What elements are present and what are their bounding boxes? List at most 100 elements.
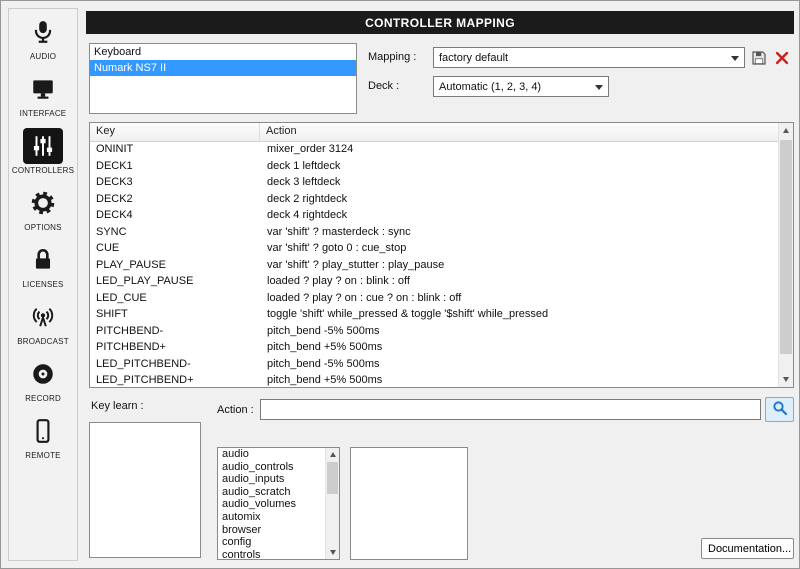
mixer-sliders-icon bbox=[23, 128, 63, 164]
table-row[interactable]: DECK3 deck 3 leftdeck bbox=[90, 174, 778, 191]
action-category-item[interactable]: audio_scratch bbox=[218, 486, 325, 499]
table-scrollbar[interactable] bbox=[778, 123, 793, 387]
sidebar-item-broadcast[interactable]: BROADCAST bbox=[9, 299, 77, 356]
key-learn-listbox[interactable] bbox=[89, 422, 201, 558]
cell-key: LED_PLAY_PAUSE bbox=[96, 275, 194, 287]
table-row[interactable]: LED_PLAY_PAUSE loaded ? play ? on : blink… bbox=[90, 273, 778, 290]
floppy-save-icon bbox=[749, 49, 769, 67]
table-row[interactable]: DECK1 deck 1 leftdeck bbox=[90, 158, 778, 175]
cell-key: PITCHBEND- bbox=[96, 324, 164, 337]
chevron-down-icon bbox=[595, 85, 603, 90]
action-category-item[interactable]: config bbox=[218, 536, 325, 549]
table-row[interactable]: LED_PITCHBEND-pitch_bend -5% 500ms bbox=[90, 356, 778, 373]
documentation-button[interactable]: Documentation... bbox=[701, 538, 794, 559]
chevron-down-icon bbox=[731, 56, 739, 61]
action-category-item[interactable]: controls bbox=[218, 549, 325, 559]
cell-action: pitch_bend -5% 500ms bbox=[267, 357, 380, 370]
table-row[interactable]: LED_CUE loaded ? play ? on : cue ? on : b… bbox=[90, 290, 778, 307]
table-row[interactable]: SYNC var 'shift' ? masterdeck : sync bbox=[90, 224, 778, 241]
cell-key: CUE bbox=[96, 242, 120, 254]
save-mapping-button[interactable] bbox=[749, 48, 769, 68]
action-category-item[interactable]: audio_inputs bbox=[218, 473, 325, 486]
action-category-item[interactable]: audio_volumes bbox=[218, 498, 325, 511]
sidebar-item-licenses[interactable]: LICENSES bbox=[9, 242, 77, 299]
scroll-up-icon[interactable] bbox=[779, 123, 793, 138]
cell-action: deck 4 rightdeck bbox=[267, 209, 348, 221]
sidebar: AUDIO INTERFACE CONTROLLERS OPTIONS LICENSES… bbox=[8, 8, 78, 561]
sidebar-item-options[interactable]: OPTIONS bbox=[9, 185, 77, 242]
action-category-item[interactable]: browser bbox=[218, 524, 325, 537]
deck-combobox-value: Automatic (1, 2, 3, 4) bbox=[439, 80, 542, 93]
cell-action: pitch_bend +5% 500ms bbox=[267, 341, 383, 353]
table-row[interactable]: SHIFT toggle 'shift' while_pressed & togg… bbox=[90, 306, 778, 323]
cell-action: pitch_bend +5% 500ms bbox=[267, 374, 383, 386]
cell-key: SHIFT bbox=[96, 308, 128, 320]
cell-key: LED_PITCHBEND+ bbox=[96, 374, 194, 386]
delete-mapping-button[interactable] bbox=[772, 48, 792, 68]
broadcast-icon bbox=[23, 299, 63, 335]
cell-key: SYNC bbox=[96, 225, 127, 238]
action-category-item[interactable]: automix bbox=[218, 511, 325, 524]
controller-mapping-window: AUDIO INTERFACE CONTROLLERS OPTIONS LICENSES… bbox=[0, 0, 800, 569]
table-row[interactable]: ONINIT mixer_order 3124 bbox=[90, 141, 778, 158]
cell-key: DECK1 bbox=[96, 159, 133, 172]
sidebar-item-interface[interactable]: INTERFACE bbox=[9, 71, 77, 128]
table-row[interactable]: CUE var 'shift' ? goto 0 : cue_stop bbox=[90, 240, 778, 257]
record-icon bbox=[23, 356, 63, 392]
deck-combobox[interactable]: Automatic (1, 2, 3, 4) bbox=[433, 76, 609, 97]
scroll-down-icon[interactable] bbox=[326, 546, 339, 559]
table-row[interactable]: PITCHBEND-pitch_bend -5% 500ms bbox=[90, 323, 778, 340]
mapping-combobox-value: factory default bbox=[439, 51, 509, 64]
sidebar-item-label: REMOTE bbox=[25, 451, 61, 460]
cell-action: mixer_order 3124 bbox=[267, 143, 354, 155]
action-category-item[interactable]: audio_controls bbox=[218, 461, 325, 474]
cell-key: PLAY_PAUSE bbox=[96, 258, 166, 271]
sidebar-item-label: OPTIONS bbox=[24, 223, 62, 232]
table-row[interactable]: DECK4 deck 4 rightdeck bbox=[90, 207, 778, 224]
cell-key: LED_PITCHBEND- bbox=[96, 357, 191, 370]
device-list[interactable]: Keyboard Numark NS7 II bbox=[89, 43, 357, 114]
mapping-combobox[interactable]: factory default bbox=[433, 47, 745, 68]
sidebar-item-controllers[interactable]: CONTROLLERS bbox=[9, 128, 77, 185]
action-input[interactable] bbox=[260, 399, 761, 420]
action-category-item[interactable]: audio bbox=[218, 448, 325, 461]
cell-action: toggle 'shift' while_pressed & toggle '$… bbox=[267, 308, 549, 320]
sidebar-item-remote[interactable]: REMOTE bbox=[9, 413, 77, 470]
device-item[interactable]: Keyboard bbox=[90, 44, 356, 60]
gear-icon bbox=[23, 185, 63, 221]
scroll-up-icon[interactable] bbox=[326, 448, 339, 461]
key-action-table: Key Action ONINIT mixer_order 3124 DECK1 de… bbox=[89, 122, 794, 388]
action-category-list[interactable]: audio audio_controls audio_inputs audio_scr… bbox=[217, 447, 340, 560]
table-body: ONINIT mixer_order 3124 DECK1 deck 1 leftde… bbox=[90, 141, 778, 387]
cell-action: deck 1 leftdeck bbox=[267, 159, 341, 172]
cell-action: deck 3 leftdeck bbox=[267, 176, 341, 188]
sidebar-item-label: CONTROLLERS bbox=[11, 166, 75, 175]
sidebar-item-record[interactable]: RECORD bbox=[9, 356, 77, 413]
category-scrollbar[interactable] bbox=[325, 448, 339, 559]
scrollbar-thumb[interactable] bbox=[327, 462, 338, 494]
column-header-key[interactable]: Key bbox=[90, 123, 260, 141]
cell-action: pitch_bend -5% 500ms bbox=[267, 324, 380, 337]
red-x-delete-icon bbox=[772, 49, 792, 67]
lock-icon bbox=[23, 242, 63, 278]
search-action-button[interactable] bbox=[765, 397, 794, 422]
scrollbar-thumb[interactable] bbox=[780, 140, 792, 354]
table-row[interactable]: LED_PITCHBEND+ pitch_bend +5% 500ms bbox=[90, 372, 778, 387]
cell-action: var 'shift' ? play_stutter : play_pause bbox=[267, 258, 445, 271]
action-sub-list[interactable] bbox=[350, 447, 468, 560]
scroll-down-icon[interactable] bbox=[779, 372, 793, 387]
monitor-icon bbox=[23, 71, 63, 107]
cell-action: loaded ? play ? on : cue ? on : blink : … bbox=[267, 291, 462, 304]
cell-key: PITCHBEND+ bbox=[96, 341, 166, 353]
action-label: Action : bbox=[217, 404, 254, 416]
cell-key: ONINIT bbox=[96, 143, 134, 155]
cell-action: loaded ? play ? on : blink : off bbox=[267, 275, 410, 287]
table-row[interactable]: DECK2 deck 2 rightdeck bbox=[90, 191, 778, 208]
page-title: CONTROLLER MAPPING bbox=[86, 11, 794, 34]
table-row[interactable]: PITCHBEND+ pitch_bend +5% 500ms bbox=[90, 339, 778, 356]
sidebar-item-audio[interactable]: AUDIO bbox=[9, 14, 77, 71]
device-item[interactable]: Numark NS7 II bbox=[90, 60, 356, 76]
table-row[interactable]: PLAY_PAUSE var 'shift' ? play_stutter : p… bbox=[90, 257, 778, 274]
mapping-label: Mapping : bbox=[368, 51, 417, 63]
column-header-action[interactable]: Action bbox=[260, 123, 303, 141]
